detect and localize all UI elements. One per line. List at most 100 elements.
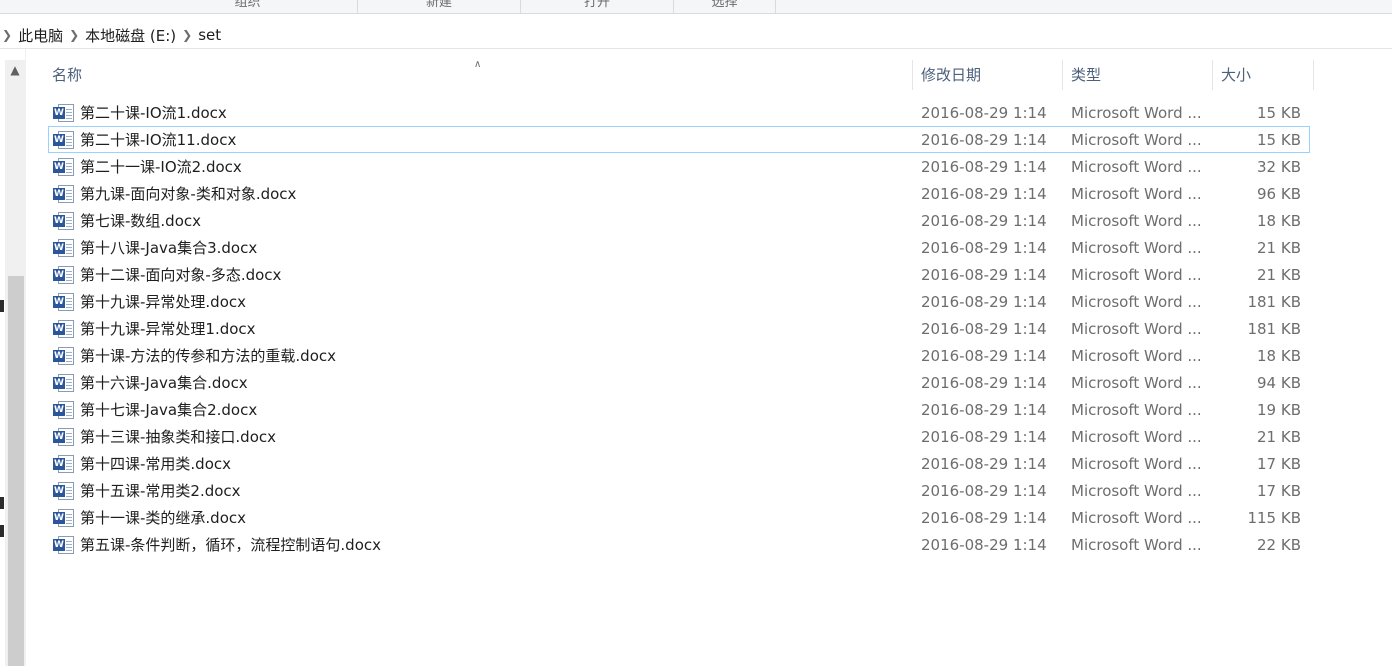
- file-row[interactable]: W 第十二课-面向对象-多态.docx 2016-08-29 1:14 Microso…: [48, 261, 1310, 288]
- file-name-cell: W 第十二课-面向对象-多态.docx: [49, 264, 914, 285]
- file-name-cell: W 第二十课-IO流11.docx: [49, 129, 914, 150]
- file-size: 17 KB: [1257, 454, 1301, 473]
- file-size: 21 KB: [1257, 238, 1301, 257]
- ribbon-group-organize[interactable]: 组织: [138, 0, 358, 13]
- scroll-up-arrow-icon[interactable]: ▲: [5, 60, 25, 80]
- file-row[interactable]: W 第二十一课-IO流2.docx 2016-08-29 1:14 Microsoft…: [48, 153, 1310, 180]
- word-document-icon: W: [53, 319, 75, 339]
- file-type: Microsoft Word ...: [1071, 211, 1202, 230]
- file-row[interactable]: W 第十课-方法的传参和方法的重载.docx 2016-08-29 1:14 Micr…: [48, 342, 1310, 369]
- file-name-cell: W 第十五课-常用类2.docx: [49, 480, 914, 501]
- navigation-pane-scroll-thumb[interactable]: [8, 276, 24, 666]
- file-type: Microsoft Word ...: [1071, 184, 1202, 203]
- word-document-icon: W: [53, 373, 75, 393]
- word-document-icon: W: [53, 535, 75, 555]
- file-type: Microsoft Word ...: [1071, 427, 1202, 446]
- file-name-cell: W 第十九课-异常处理.docx: [49, 291, 914, 312]
- file-size: 21 KB: [1257, 427, 1301, 446]
- file-row[interactable]: W 第九课-面向对象-类和对象.docx 2016-08-29 1:14 Micros…: [48, 180, 1310, 207]
- column-header-name[interactable]: ∧ 名称: [44, 59, 913, 90]
- file-name-cell: W 第二十课-IO流1.docx: [49, 102, 914, 123]
- file-date: 2016-08-29 1:14: [921, 292, 1047, 311]
- file-row[interactable]: W 第十四课-常用类.docx 2016-08-29 1:14 Microsoft W…: [48, 450, 1310, 477]
- file-row[interactable]: W 第二十课-IO流1.docx 2016-08-29 1:14 Microsoft …: [48, 99, 1310, 126]
- file-row[interactable]: W 第十八课-Java集合3.docx 2016-08-29 1:14 Microso…: [48, 234, 1310, 261]
- file-name-cell: W 第十九课-异常处理1.docx: [49, 318, 914, 339]
- file-name: 第二十一课-IO流2.docx: [80, 158, 242, 176]
- word-document-icon: W: [53, 292, 75, 312]
- file-size: 22 KB: [1257, 535, 1301, 554]
- file-row[interactable]: W 第十五课-常用类2.docx 2016-08-29 1:14 Microsoft …: [48, 477, 1310, 504]
- file-row[interactable]: W 第十三课-抽象类和接口.docx 2016-08-29 1:14 Microsof…: [48, 423, 1310, 450]
- breadcrumb-local-disk-e[interactable]: 本地磁盘 (E:): [85, 25, 176, 46]
- file-name: 第十五课-常用类2.docx: [80, 482, 241, 500]
- file-name: 第二十课-IO流1.docx: [80, 104, 227, 122]
- file-size: 17 KB: [1257, 481, 1301, 500]
- file-date: 2016-08-29 1:14: [921, 130, 1047, 149]
- file-name-cell: W 第七课-数组.docx: [49, 210, 914, 231]
- file-row[interactable]: W 第十九课-异常处理.docx 2016-08-29 1:14 Microsoft …: [48, 288, 1310, 315]
- file-size: 181 KB: [1247, 292, 1301, 311]
- file-row[interactable]: W 第十一课-类的继承.docx 2016-08-29 1:14 Microsoft …: [48, 504, 1310, 531]
- ribbon-group-select[interactable]: 选择: [674, 0, 776, 13]
- nav-pane-item-edge: [0, 300, 4, 312]
- file-size: 32 KB: [1257, 157, 1301, 176]
- ribbon-group-open[interactable]: 打开: [521, 0, 674, 13]
- file-name-cell: W 第十八课-Java集合3.docx: [49, 237, 914, 258]
- file-name-cell: W 第十四课-常用类.docx: [49, 453, 914, 474]
- file-size: 18 KB: [1257, 346, 1301, 365]
- file-name: 第十六课-Java集合.docx: [80, 374, 248, 392]
- file-name: 第十八课-Java集合3.docx: [80, 239, 258, 257]
- word-document-icon: W: [53, 481, 75, 501]
- column-header-type[interactable]: 类型: [1063, 60, 1213, 90]
- chevron-right-icon[interactable]: ❯: [69, 28, 79, 42]
- file-type: Microsoft Word ...: [1071, 535, 1202, 554]
- file-row[interactable]: W 第五课-条件判断，循环，流程控制语句.docx 2016-08-29 1:14 M…: [48, 531, 1310, 558]
- word-document-icon: W: [53, 211, 75, 231]
- file-name: 第十课-方法的传参和方法的重载.docx: [80, 347, 337, 365]
- file-type: Microsoft Word ...: [1071, 400, 1202, 419]
- breadcrumb-this-pc[interactable]: 此电脑: [18, 25, 63, 46]
- file-name: 第十四课-常用类.docx: [80, 455, 232, 473]
- word-document-icon: W: [53, 157, 75, 177]
- file-type: Microsoft Word ...: [1071, 130, 1202, 149]
- column-header-date[interactable]: 修改日期: [913, 60, 1063, 90]
- file-row[interactable]: W 第十七课-Java集合2.docx 2016-08-29 1:14 Microso…: [48, 396, 1310, 423]
- file-name: 第九课-面向对象-类和对象.docx: [80, 185, 297, 203]
- file-type: Microsoft Word ...: [1071, 481, 1202, 500]
- file-size: 19 KB: [1257, 400, 1301, 419]
- breadcrumb: ❯ 此电脑 ❯ 本地磁盘 (E:) ❯ set: [0, 22, 1392, 49]
- word-document-icon: W: [53, 400, 75, 420]
- chevron-right-icon[interactable]: ❯: [182, 28, 192, 42]
- file-name-cell: W 第十一课-类的继承.docx: [49, 507, 914, 528]
- file-date: 2016-08-29 1:14: [921, 265, 1047, 284]
- file-date: 2016-08-29 1:14: [921, 400, 1047, 419]
- word-document-icon: W: [53, 508, 75, 528]
- nav-pane-item-edge: [0, 497, 4, 509]
- word-document-icon: W: [53, 238, 75, 258]
- file-date: 2016-08-29 1:14: [921, 346, 1047, 365]
- column-header-size[interactable]: 大小: [1213, 60, 1314, 90]
- file-type: Microsoft Word ...: [1071, 346, 1202, 365]
- file-row[interactable]: W 第七课-数组.docx 2016-08-29 1:14 Microsoft Wor…: [48, 207, 1310, 234]
- file-size: 18 KB: [1257, 211, 1301, 230]
- word-document-icon: W: [53, 265, 75, 285]
- chevron-right-icon[interactable]: ❯: [2, 28, 12, 42]
- file-type: Microsoft Word ...: [1071, 238, 1202, 257]
- file-size: 96 KB: [1257, 184, 1301, 203]
- breadcrumb-set[interactable]: set: [198, 26, 221, 44]
- word-document-icon: W: [53, 427, 75, 447]
- file-row[interactable]: W 第二十课-IO流11.docx 2016-08-29 1:14 Microsoft…: [48, 126, 1310, 153]
- file-row[interactable]: W 第十六课-Java集合.docx 2016-08-29 1:14 Microsof…: [48, 369, 1310, 396]
- file-name-cell: W 第十三课-抽象类和接口.docx: [49, 426, 914, 447]
- file-date: 2016-08-29 1:14: [921, 508, 1047, 527]
- ribbon-group-new[interactable]: 新建: [358, 0, 521, 13]
- file-size: 94 KB: [1257, 373, 1301, 392]
- file-name: 第十一课-类的继承.docx: [80, 509, 247, 527]
- word-document-icon: W: [53, 130, 75, 150]
- file-name-cell: W 第九课-面向对象-类和对象.docx: [49, 183, 914, 204]
- file-size: 21 KB: [1257, 265, 1301, 284]
- file-name: 第十七课-Java集合2.docx: [80, 401, 258, 419]
- file-name: 第七课-数组.docx: [80, 212, 202, 230]
- file-row[interactable]: W 第十九课-异常处理1.docx 2016-08-29 1:14 Microsoft…: [48, 315, 1310, 342]
